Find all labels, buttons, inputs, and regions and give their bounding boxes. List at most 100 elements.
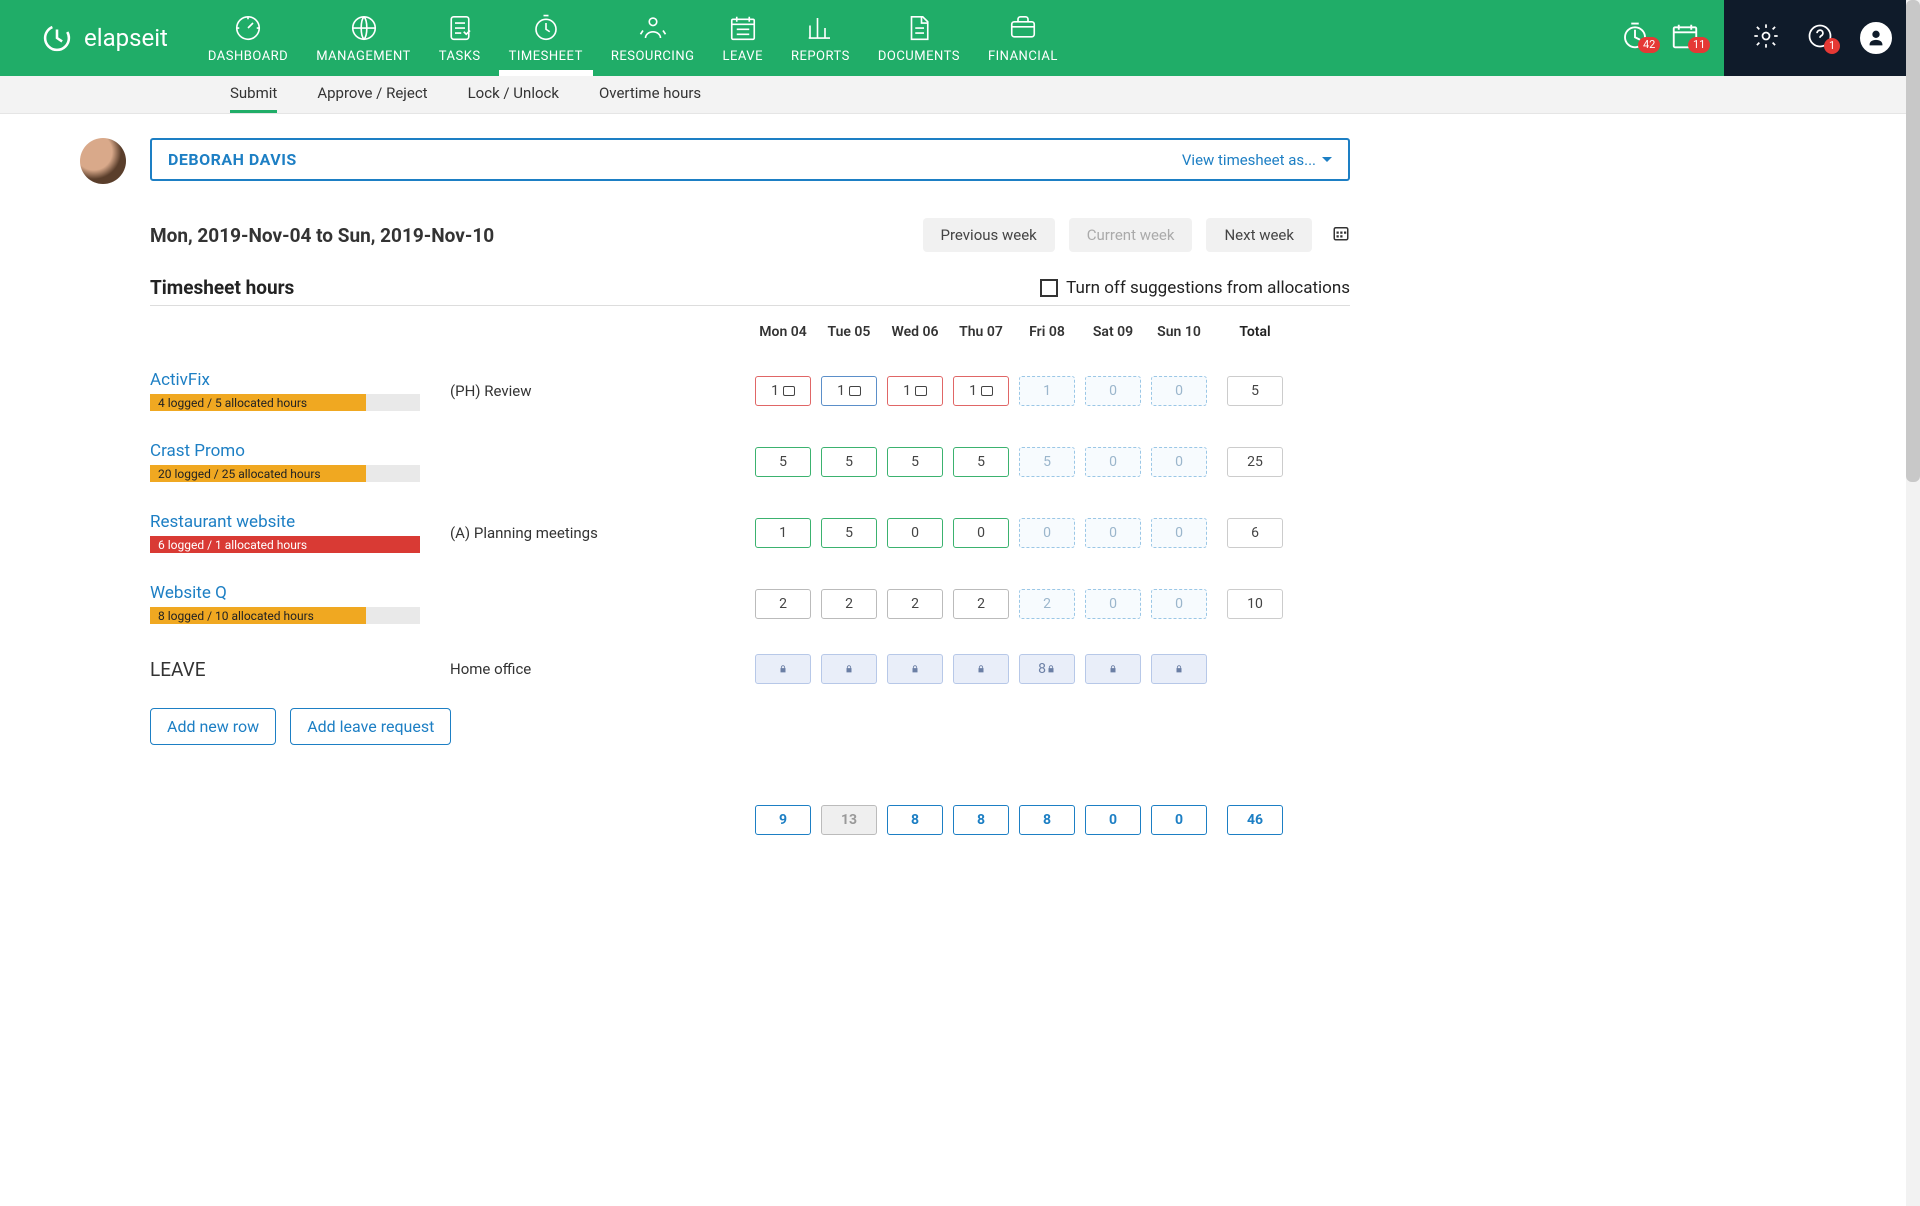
hour-cell[interactable]: 0 <box>1085 447 1141 477</box>
calendar-picker-icon[interactable] <box>1332 224 1350 247</box>
nav-tasks[interactable]: TASKS <box>439 13 481 70</box>
subtab-approve-reject[interactable]: Approve / Reject <box>317 76 427 113</box>
user-menu-icon[interactable] <box>1860 22 1892 54</box>
calendar-notif-icon[interactable]: 11 <box>1670 21 1700 55</box>
hour-cell[interactable]: 0 <box>1151 376 1207 406</box>
hour-cell[interactable]: 0 <box>1151 447 1207 477</box>
hour-cell[interactable]: 2 <box>1019 589 1075 619</box>
nav-label: DOCUMENTS <box>878 49 960 64</box>
hour-cell[interactable]: 1 <box>953 376 1009 406</box>
view-timesheet-as-dropdown[interactable]: View timesheet as... <box>1182 151 1332 169</box>
hour-cell[interactable]: 5 <box>953 447 1009 477</box>
project-link[interactable]: Website Q <box>150 583 227 603</box>
hour-cell[interactable]: 0 <box>887 518 943 548</box>
hour-cell[interactable]: 5 <box>821 447 877 477</box>
previous-week-button[interactable]: Previous week <box>923 218 1055 252</box>
user-avatar[interactable] <box>80 138 126 184</box>
hour-cell[interactable]: 1 <box>755 376 811 406</box>
row-total: 10 <box>1227 589 1283 619</box>
phase-label: (PH) Review <box>450 382 750 400</box>
settings-icon[interactable] <box>1752 22 1780 54</box>
nav-documents[interactable]: DOCUMENTS <box>878 13 960 70</box>
subtab-lock-unlock[interactable]: Lock / Unlock <box>468 76 559 113</box>
nav-resourcing[interactable]: RESOURCING <box>611 13 695 70</box>
hour-cell[interactable]: 2 <box>821 589 877 619</box>
hour-cell[interactable]: 0 <box>1085 589 1141 619</box>
nav-dashboard[interactable]: DASHBOARD <box>208 13 288 70</box>
day-sum: 8 <box>1019 805 1075 835</box>
hour-cell[interactable]: 2 <box>755 589 811 619</box>
leave-phase: Home office <box>450 660 750 678</box>
user-name: DEBORAH DAVIS <box>168 150 297 169</box>
row-total: 25 <box>1227 447 1283 477</box>
hour-cell[interactable]: 5 <box>1019 447 1075 477</box>
brand[interactable]: elapseit <box>0 0 198 76</box>
day-sum: 0 <box>1085 805 1141 835</box>
day-sum: 13 <box>821 805 877 835</box>
next-week-button[interactable]: Next week <box>1206 218 1312 252</box>
date-range: Mon, 2019-Nov-04 to Sun, 2019-Nov-10 <box>150 224 494 247</box>
nav-label: DASHBOARD <box>208 49 288 64</box>
project-link[interactable]: ActivFix <box>150 370 210 390</box>
scrollbar[interactable] <box>1906 0 1920 1206</box>
hour-cell[interactable]: 0 <box>953 518 1009 548</box>
hour-cell[interactable]: 2 <box>953 589 1009 619</box>
nav-timesheet[interactable]: TIMESHEET <box>509 13 583 70</box>
hour-cell[interactable]: 1 <box>887 376 943 406</box>
topbar-right: 42 11 1 <box>1596 0 1920 76</box>
nav-label: FINANCIAL <box>988 49 1058 64</box>
hour-cell[interactable]: 1 <box>755 518 811 548</box>
hour-cell[interactable]: 0 <box>1085 518 1141 548</box>
subnav: Submit Approve / Reject Lock / Unlock Overt… <box>0 76 1920 114</box>
nav-label: LEAVE <box>722 49 762 64</box>
hour-cell[interactable]: 2 <box>887 589 943 619</box>
help-icon[interactable]: 1 <box>1806 22 1834 54</box>
suggestions-label: Turn off suggestions from allocations <box>1066 278 1350 298</box>
day-header: Mon 04 <box>750 324 816 340</box>
current-week-button[interactable]: Current week <box>1069 218 1193 252</box>
row-total: 5 <box>1227 376 1283 406</box>
hour-cell[interactable]: 1 <box>821 376 877 406</box>
hour-cell[interactable]: 0 <box>1151 518 1207 548</box>
topbar-dark-zone: 1 <box>1724 0 1920 76</box>
hour-cell[interactable]: 5 <box>755 447 811 477</box>
hour-cell[interactable]: 1 <box>1019 376 1075 406</box>
subtab-overtime-hours[interactable]: Overtime hours <box>599 76 701 113</box>
subtab-submit[interactable]: Submit <box>230 76 277 113</box>
leave-cell <box>1151 654 1207 684</box>
project-link[interactable]: Crast Promo <box>150 441 245 461</box>
nav-label: REPORTS <box>791 49 850 64</box>
suggestions-checkbox[interactable]: Turn off suggestions from allocations <box>1040 278 1350 298</box>
checkbox-icon <box>1040 279 1058 297</box>
project-link[interactable]: Restaurant website <box>150 512 295 532</box>
project-cell: Crast Promo 20 logged / 25 allocated hour… <box>150 441 450 482</box>
leave-cell <box>821 654 877 684</box>
leave-cell <box>1085 654 1141 684</box>
nav-label: MANAGEMENT <box>316 49 411 64</box>
add-new-row-button[interactable]: Add new row <box>150 708 276 745</box>
nav-financial[interactable]: FINANCIAL <box>988 13 1058 70</box>
hour-cell[interactable]: 0 <box>1085 376 1141 406</box>
timer-icon[interactable]: 42 <box>1620 21 1650 55</box>
hour-cell[interactable]: 5 <box>887 447 943 477</box>
nav-management[interactable]: MANAGEMENT <box>316 13 411 70</box>
nav-leave[interactable]: LEAVE <box>722 13 762 70</box>
allocation-bar: 20 logged / 25 allocated hours <box>150 465 420 482</box>
leave-label: LEAVE <box>150 658 450 681</box>
leave-cell <box>953 654 1009 684</box>
hour-cell[interactable]: 5 <box>821 518 877 548</box>
project-cell: Website Q8 logged / 10 allocated hours <box>150 583 450 624</box>
day-header: Thu 07 <box>948 324 1014 340</box>
hour-cell[interactable]: 0 <box>1151 589 1207 619</box>
allocation-bar: 4 logged / 5 allocated hours <box>150 394 420 411</box>
hour-cell[interactable]: 0 <box>1019 518 1075 548</box>
brand-text: elapseit <box>84 24 168 52</box>
nav-reports[interactable]: REPORTS <box>791 13 850 70</box>
add-leave-request-button[interactable]: Add leave request <box>290 708 451 745</box>
nav-label: RESOURCING <box>611 49 695 64</box>
day-sum: 0 <box>1151 805 1207 835</box>
day-header: Wed 06 <box>882 324 948 340</box>
section-title: Timesheet hours <box>150 276 294 299</box>
day-sum: 9 <box>755 805 811 835</box>
main-nav: DASHBOARD MANAGEMENT TASKS TIMESHEET RESOURC… <box>198 0 1596 76</box>
